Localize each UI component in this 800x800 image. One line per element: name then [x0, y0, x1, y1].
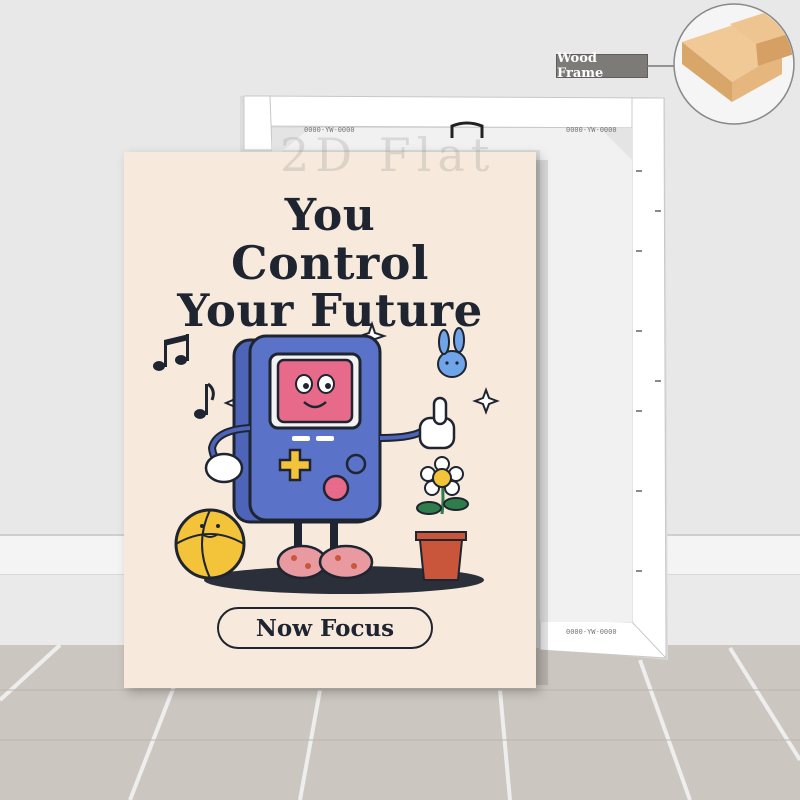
canvas-stamp-bottom: 0000-YW-0000: [566, 628, 617, 636]
flower-pot-icon: [415, 456, 469, 581]
bunny-icon: [437, 327, 467, 378]
watermark-text: 2D Flat: [280, 128, 496, 182]
game-console-mascot-illustration: [153, 320, 500, 594]
now-focus-badge: Now Focus: [217, 607, 433, 649]
poster-title-line-1: You: [284, 190, 376, 241]
wood-frame-detail-image: [673, 3, 795, 125]
wood-frame-label: Wood Frame: [556, 51, 648, 81]
music-note-icon: [153, 334, 215, 419]
product-scene: 0000-YW-0000 0000-YW-0000 0000-YW-0000 2…: [0, 0, 800, 800]
poster-title-line-2: Control: [231, 236, 429, 290]
canvas-stamp-top-right: 0000-YW-0000: [566, 126, 617, 134]
basketball-icon: [174, 508, 246, 580]
now-focus-text: Now Focus: [255, 614, 395, 642]
